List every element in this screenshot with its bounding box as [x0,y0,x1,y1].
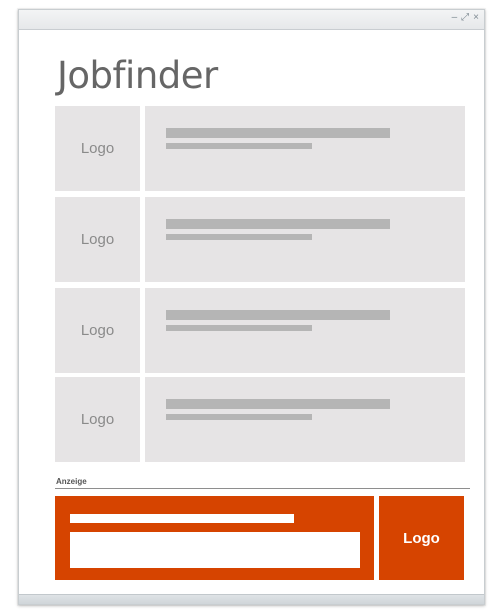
company-logo-placeholder: Logo [55,106,140,191]
company-logo-placeholder: Logo [55,288,140,373]
company-logo-placeholder: Logo [55,377,140,462]
job-title-placeholder [166,128,390,138]
job-title-placeholder [166,219,390,229]
job-listing-1[interactable]: Logo [55,106,465,191]
minimize-icon[interactable]: – [451,11,459,25]
job-subtitle-placeholder [166,143,312,149]
job-subtitle-placeholder [166,234,312,240]
job-title-placeholder [166,310,390,320]
window-controls: – ⤢ × [451,11,480,25]
job-listing-3[interactable]: Logo [55,288,465,373]
close-icon[interactable]: × [472,11,480,25]
maximize-icon[interactable]: ⤢ [460,11,470,25]
window-titlebar[interactable]: – ⤢ × [19,10,484,30]
job-listing-2[interactable]: Logo [55,197,465,282]
ad-label: Anzeige [56,477,87,486]
app-window: – ⤢ × Jobfinder Logo Logo Logo Logo Anze… [18,9,485,605]
job-info [145,197,465,282]
job-title-placeholder [166,399,390,409]
ad-logo[interactable]: Logo [379,496,464,580]
ad-divider [55,488,470,489]
job-info [145,288,465,373]
job-subtitle-placeholder [166,325,312,331]
window-bottom-bar [19,594,484,604]
ad-text-placeholder [70,532,360,568]
ad-banner[interactable] [55,496,374,580]
job-listing-4[interactable]: Logo [55,377,465,462]
ad-headline-placeholder [70,514,294,523]
page-title: Jobfinder [57,54,218,97]
job-info [145,377,465,462]
company-logo-placeholder: Logo [55,197,140,282]
job-info [145,106,465,191]
job-subtitle-placeholder [166,414,312,420]
